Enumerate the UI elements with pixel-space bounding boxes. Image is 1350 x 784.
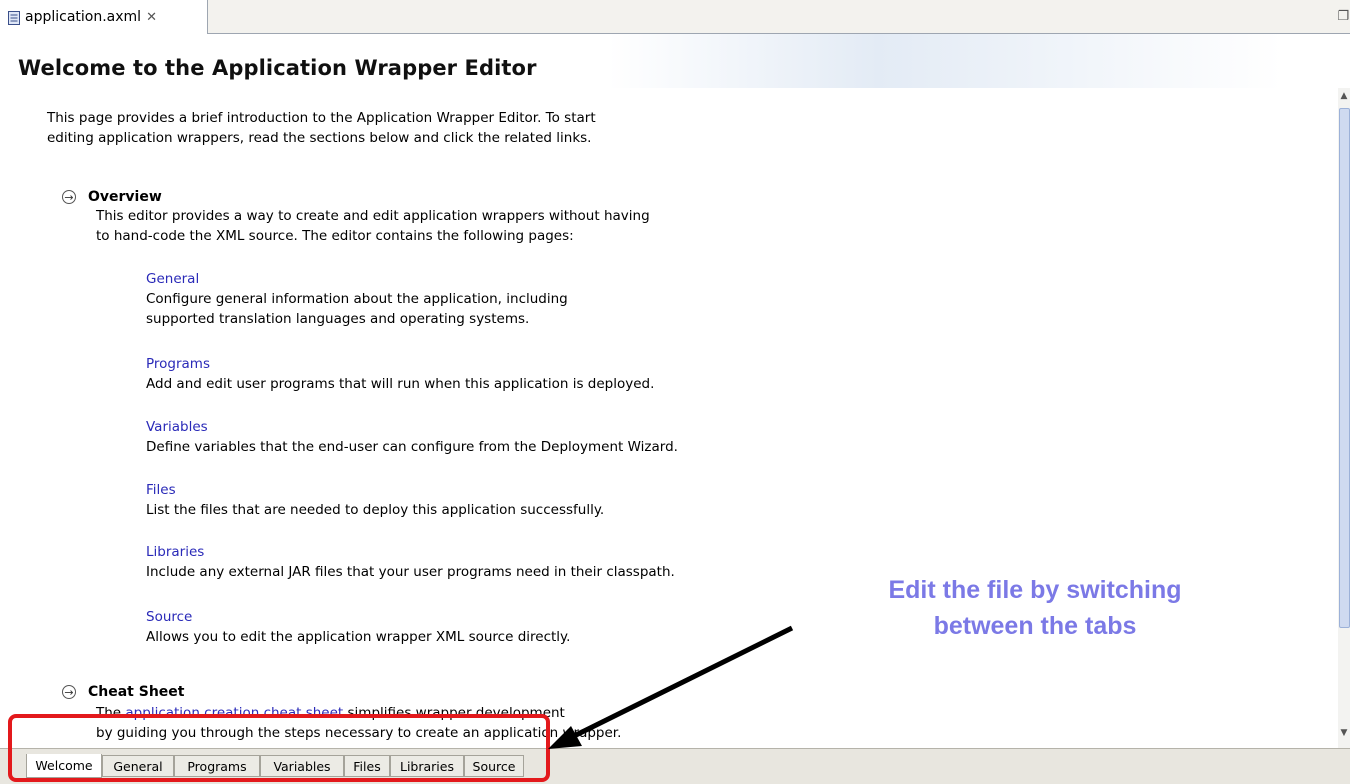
annotation-line-2: between the tabs [933,612,1137,640]
arrow-head [548,726,582,749]
annotation-arrow [548,625,794,749]
arrow-shaft [568,625,794,741]
annotation-line-1: Edit the file by switching [888,576,1182,604]
annotation-callout: Edit the file by switching between the t… [820,572,1250,644]
